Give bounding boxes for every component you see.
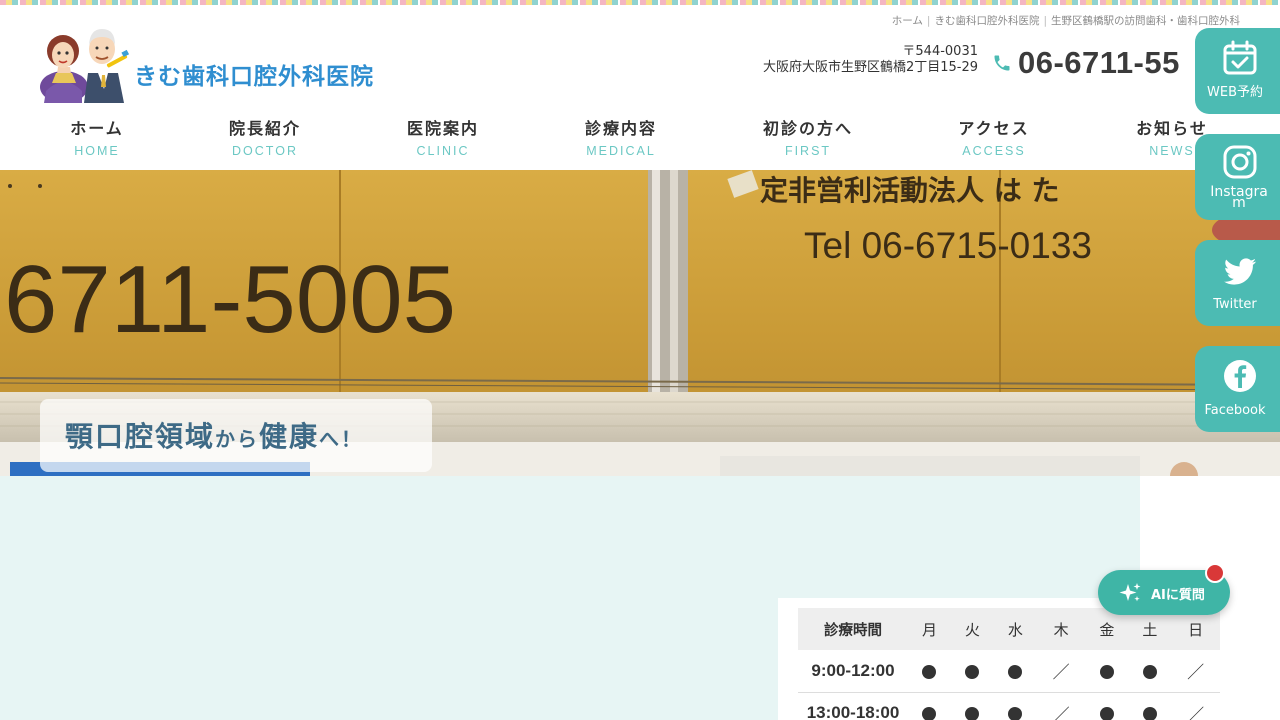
open-dot-icon xyxy=(1099,664,1114,679)
facebook-button[interactable]: Facebook xyxy=(1195,346,1280,432)
open-dot-icon xyxy=(1142,664,1157,679)
site-header: ホーム | きむ歯科口腔外科医院 | 生野区鶴橋駅の訪問歯科・歯科口腔外科 きむ… xyxy=(0,5,1280,170)
schedule-mark: ／ xyxy=(1171,650,1220,692)
nav-item-doctor[interactable]: 院長紹介 DOCTOR xyxy=(185,115,345,158)
hero-banner: 6711-5005 定非営利活動法人 は た Tel 06-6715-0133 … xyxy=(0,170,1280,476)
schedule-mark xyxy=(1128,692,1171,720)
sparkle-icon xyxy=(1119,583,1141,602)
nav-item-clinic[interactable]: 医院案内 CLINIC xyxy=(363,115,523,158)
phone-icon xyxy=(994,55,1010,71)
nav-label: 院長紹介 xyxy=(228,119,301,138)
nav-item-access[interactable]: アクセス ACCESS xyxy=(914,115,1074,158)
twitter-button[interactable]: Twitter xyxy=(1195,240,1280,326)
nav-label-en: DOCTOR xyxy=(232,144,298,158)
phone-number: 06-6711-55 xyxy=(1018,45,1180,80)
breadcrumb-clinic[interactable]: きむ歯科口腔外科医院 xyxy=(934,15,1039,27)
schedule-row: 9:00-12:00 ／ ／ xyxy=(798,650,1220,692)
nav-label-en: MEDICAL xyxy=(586,144,656,158)
schedule-mark xyxy=(994,650,1037,692)
sign-phone-text: 6711-5005 xyxy=(4,246,456,353)
closed-mark: ／ xyxy=(1187,663,1205,684)
nav-label: 医院案内 xyxy=(406,119,479,138)
web-reservation-label: WEB予約 xyxy=(1207,85,1263,100)
schedule-mark xyxy=(1085,650,1128,692)
facebook-icon xyxy=(1224,360,1256,392)
hero-caption-box: 顎口腔領域から健康へ！ xyxy=(40,399,432,472)
nav-label-en: FIRST xyxy=(784,144,832,158)
schedule-header-cell: 診療時間 xyxy=(824,622,882,639)
schedule-mark: ／ xyxy=(1037,650,1086,692)
schedule-row: 13:00-18:00 ／ ／ xyxy=(798,692,1220,720)
schedule-header-cell: 木 xyxy=(1053,620,1069,639)
closed-mark: ／ xyxy=(1187,705,1205,720)
global-nav: ホーム HOME 院長紹介 DOCTOR 医院案内 CLINIC 診療内容 ME… xyxy=(0,115,1280,165)
open-dot-icon xyxy=(1099,707,1114,720)
instagram-button[interactable]: Instagram xyxy=(1195,134,1280,220)
catchphrase-part: から xyxy=(215,427,260,451)
open-dot-icon xyxy=(965,664,980,679)
schedule-time: 13:00-18:00 xyxy=(806,703,900,720)
schedule-mark: ／ xyxy=(1037,692,1086,720)
schedule-mark xyxy=(951,650,994,692)
sign-org-text: 定非営利活動法人 は た xyxy=(760,174,1060,207)
schedule-mark xyxy=(908,692,951,720)
nav-label-en: CLINIC xyxy=(416,144,470,158)
nav-label-en: HOME xyxy=(74,144,120,158)
nav-label: ホーム xyxy=(70,119,124,138)
postal-code: 〒544-0031 xyxy=(902,44,978,59)
schedule-mark xyxy=(951,692,994,720)
catchphrase-part: 顎口腔領域 xyxy=(65,420,216,453)
nav-label: アクセス xyxy=(958,119,1030,138)
schedule-table: 診療時間 月 火 水 木 金 土 日 9:00-12:00 ／ ／ 13:00-… xyxy=(798,608,1220,720)
schedule-header-cell: 水 xyxy=(1007,620,1023,639)
nav-item-first[interactable]: 初診の方へ FIRST xyxy=(728,115,888,158)
open-dot-icon xyxy=(1008,664,1023,679)
breadcrumb: ホーム | きむ歯科口腔外科医院 | 生野区鶴橋駅の訪問歯科・歯科口腔外科 xyxy=(891,15,1240,27)
web-reservation-button[interactable]: WEB予約 xyxy=(1195,28,1280,114)
twitter-label: Twitter xyxy=(1213,297,1257,312)
open-dot-icon xyxy=(922,664,937,679)
nav-label-en: ACCESS xyxy=(962,144,1026,158)
schedule-mark xyxy=(994,692,1037,720)
facebook-label: Facebook xyxy=(1204,403,1266,418)
breadcrumb-current: 生野区鶴橋駅の訪問歯科・歯科口腔外科 xyxy=(1051,15,1240,27)
site-logo[interactable]: きむ歯科口腔外科医院 xyxy=(38,17,398,107)
clinic-address: 〒544-0031 大阪府大阪市生野区鶴橋2丁目15-29 xyxy=(700,44,978,76)
open-dot-icon xyxy=(1008,707,1023,720)
clinic-name: きむ歯科口腔外科医院 xyxy=(134,64,374,90)
closed-mark: ／ xyxy=(1052,663,1070,684)
nav-item-home[interactable]: ホーム HOME xyxy=(17,115,177,158)
twitter-bird-icon xyxy=(1224,258,1256,285)
instagram-label: Instagram xyxy=(1210,184,1268,211)
open-dot-icon xyxy=(965,707,980,720)
schedule-header-cell: 火 xyxy=(964,620,980,639)
catchphrase-part: 健康 xyxy=(259,420,320,453)
open-dot-icon xyxy=(922,707,937,720)
schedule-panel: 診療時間 月 火 水 木 金 土 日 9:00-12:00 ／ ／ 13:00-… xyxy=(778,598,1240,720)
schedule-header-cell: 月 xyxy=(921,620,937,639)
notification-badge xyxy=(1205,563,1225,583)
ai-question-label: AIに質問 xyxy=(1151,588,1205,603)
closed-mark: ／ xyxy=(1052,705,1070,720)
breadcrumb-home[interactable]: ホーム xyxy=(892,15,923,27)
street-address: 大阪府大阪市生野区鶴橋2丁目15-29 xyxy=(762,60,978,75)
schedule-mark xyxy=(1085,692,1128,720)
catchphrase-part: へ！ xyxy=(319,427,364,451)
schedule-mark: ／ xyxy=(1171,692,1220,720)
schedule-mark xyxy=(1128,650,1171,692)
nav-label: 診療内容 xyxy=(584,119,657,138)
phone-link[interactable]: 06-6711-55 xyxy=(992,43,1180,83)
sign-tel-text: Tel 06-6715-0133 xyxy=(804,225,1092,266)
schedule-time: 9:00-12:00 xyxy=(811,660,895,680)
calendar-check-icon xyxy=(1223,40,1257,75)
nav-item-medical[interactable]: 診療内容 MEDICAL xyxy=(541,115,701,158)
page: ホーム | きむ歯科口腔外科医院 | 生野区鶴橋駅の訪問歯科・歯科口腔外科 きむ… xyxy=(0,0,1280,720)
open-dot-icon xyxy=(1142,707,1157,720)
schedule-mark xyxy=(908,650,951,692)
instagram-icon xyxy=(1223,145,1257,179)
hero-catchphrase: 顎口腔領域から健康へ！ xyxy=(65,415,363,455)
nav-label: 初診の方へ xyxy=(762,119,853,138)
couple-illustration-icon xyxy=(40,29,130,103)
